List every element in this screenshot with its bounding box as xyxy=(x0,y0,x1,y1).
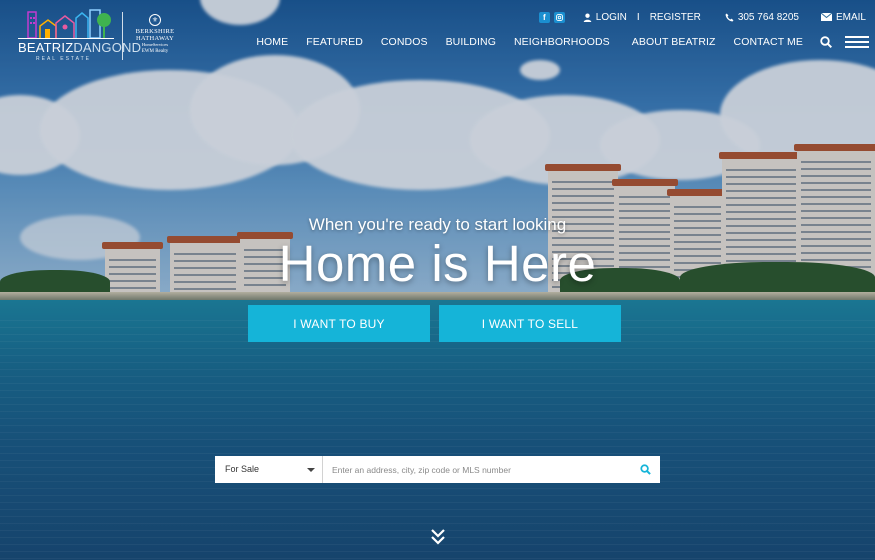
envelope-icon xyxy=(820,13,832,21)
topbar-separator: I xyxy=(636,11,640,23)
houses-logo-icon xyxy=(18,9,114,39)
logo-tagline: REAL ESTATE xyxy=(36,56,91,62)
partner-line-4: EWM Realty xyxy=(141,49,169,54)
nav-building[interactable]: BUILDING xyxy=(446,36,496,48)
nav-neighborhoods[interactable]: NEIGHBORHOODS xyxy=(514,36,610,48)
search-input[interactable] xyxy=(323,456,630,483)
login-label: LOGIN xyxy=(595,11,627,23)
partner-seal-icon: ⚜ xyxy=(149,14,161,26)
main-nav: HOME FEATURED CONDOS BUILDING NEIGHBORHO… xyxy=(256,35,869,49)
listing-type-select[interactable]: For Sale xyxy=(215,456,323,483)
utility-bar: f LOGIN I REGISTER 305 764 8205 EMAIL xyxy=(538,10,866,24)
user-icon xyxy=(583,13,592,22)
nav-home[interactable]: HOME xyxy=(256,36,288,48)
listing-type-value: For Sale xyxy=(225,464,260,474)
hamburger-icon[interactable] xyxy=(845,36,869,48)
nav-condos[interactable]: CONDOS xyxy=(381,36,428,48)
phone-icon xyxy=(725,13,734,21)
nav-about-beatriz[interactable]: ABOUT BEATRIZ xyxy=(632,36,716,48)
sell-button[interactable]: I WANT TO SELL xyxy=(439,305,621,342)
register-label: REGISTER xyxy=(649,11,701,23)
partner-logo: ⚜ BERKSHIRE HATHAWAY HomeServices EWM Re… xyxy=(130,14,180,55)
property-search-bar: For Sale xyxy=(215,456,660,483)
nav-contact-me[interactable]: CONTACT ME xyxy=(734,36,803,48)
phone-number: 305 764 8205 xyxy=(737,11,799,23)
logo-divider xyxy=(122,12,123,60)
nav-featured[interactable]: FEATURED xyxy=(306,36,363,48)
login-link[interactable]: LOGIN xyxy=(583,12,627,23)
phone-link[interactable]: 305 764 8205 xyxy=(725,12,799,23)
email-label: EMAIL xyxy=(835,11,866,23)
search-icon[interactable] xyxy=(820,36,832,48)
site-logo[interactable]: BEATRIZDANGOND REAL ESTATE ⚜ BERKSHIRE H… xyxy=(18,8,178,62)
search-icon xyxy=(639,464,651,475)
buy-button[interactable]: I WANT TO BUY xyxy=(248,305,430,342)
email-link[interactable]: EMAIL xyxy=(820,11,866,23)
facebook-icon[interactable]: f xyxy=(538,11,550,23)
search-submit-button[interactable] xyxy=(630,456,660,483)
logo-name-first: BEATRIZ xyxy=(18,40,74,55)
chevron-double-down-icon[interactable] xyxy=(430,528,446,546)
hero-subtitle: When you're ready to start looking xyxy=(308,215,567,234)
partner-line-2: HATHAWAY xyxy=(135,35,175,42)
caret-down-icon xyxy=(307,468,315,472)
instagram-icon[interactable] xyxy=(553,11,565,23)
register-link[interactable]: REGISTER xyxy=(650,12,701,23)
hero-title: Home is Here xyxy=(278,235,597,292)
partner-line-1: BERKSHIRE xyxy=(135,28,175,35)
